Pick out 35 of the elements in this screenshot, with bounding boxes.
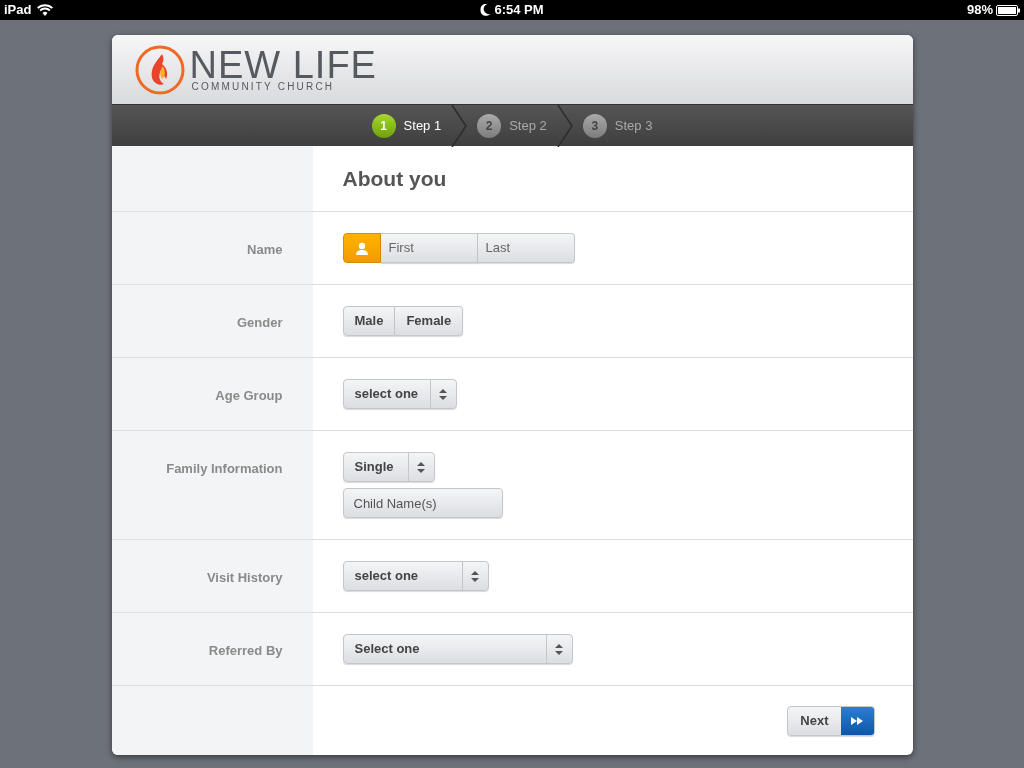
- wifi-icon: [37, 4, 54, 16]
- fast-forward-icon: [851, 717, 863, 725]
- device-name: iPad: [4, 1, 32, 20]
- step-tab[interactable]: 1 Step 1: [371, 113, 442, 138]
- segment-button[interactable]: Female: [395, 306, 464, 336]
- select-dropdown[interactable]: select one: [342, 561, 489, 591]
- segment-button[interactable]: Male: [342, 306, 396, 336]
- logo-tagline: COMMUNITY CHURCH: [190, 81, 336, 92]
- battery-percent: 98%: [966, 1, 993, 20]
- text-input[interactable]: Child Name(s): [342, 488, 503, 518]
- select-dropdown[interactable]: Single: [342, 452, 435, 482]
- up-down-arrows-icon: [471, 570, 479, 582]
- flame-logo-icon: [133, 43, 186, 96]
- step-tab[interactable]: 3 Step 3: [582, 113, 653, 138]
- field-label: Age Group: [215, 387, 283, 405]
- text-input[interactable]: Last: [477, 233, 575, 263]
- next-button[interactable]: Next: [787, 706, 875, 736]
- field-label: Visit History: [206, 569, 283, 587]
- field-label: Referred By: [208, 642, 283, 660]
- text-input[interactable]: First: [380, 233, 478, 263]
- field-label: Gender: [237, 314, 283, 332]
- moon-icon: [480, 4, 491, 16]
- logo-wordmark: NEW LIFE: [189, 47, 377, 82]
- select-dropdown[interactable]: select one: [342, 379, 457, 409]
- battery-icon: [996, 4, 1020, 16]
- field-label: Family Information: [166, 460, 283, 478]
- step-tab[interactable]: 2 Step 2: [477, 113, 547, 138]
- up-down-arrows-icon: [555, 643, 563, 655]
- up-down-arrows-icon: [417, 461, 425, 473]
- person-icon: [354, 241, 369, 255]
- form-title: About you: [342, 165, 447, 192]
- clock-time: 6:54 PM: [494, 1, 544, 20]
- select-dropdown[interactable]: Select one: [342, 634, 573, 664]
- up-down-arrows-icon: [439, 388, 447, 400]
- field-label: Name: [247, 241, 283, 259]
